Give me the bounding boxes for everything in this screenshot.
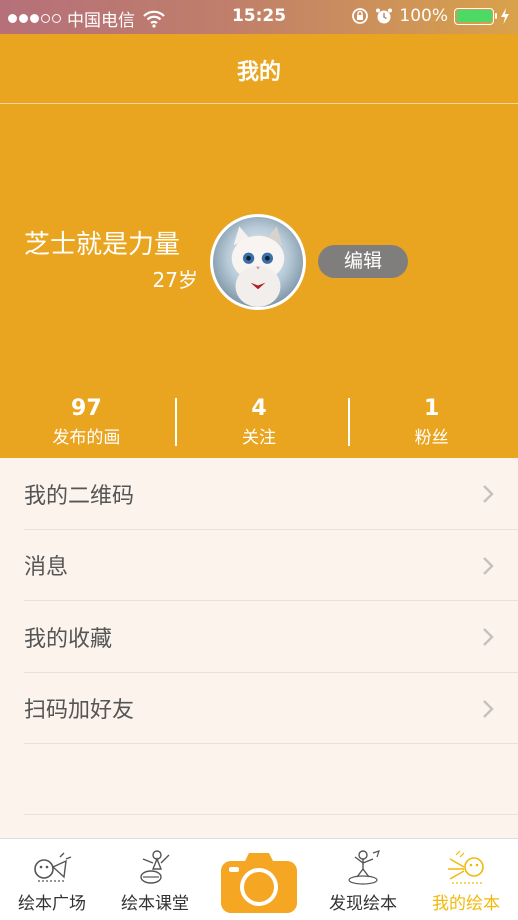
my-books-icon: [448, 850, 484, 884]
stats-divider: [348, 398, 350, 446]
classroom-icon: [140, 850, 170, 884]
tab-discover[interactable]: 发现绘本: [313, 839, 413, 920]
tab-my-books[interactable]: 我的绘本: [416, 839, 516, 920]
nav-header: 我的: [0, 34, 518, 104]
stat-following-value: 4: [251, 396, 267, 421]
menu-item-scan-add-friend[interactable]: 扫码加好友: [0, 673, 518, 745]
chevron-right-icon: [483, 628, 494, 646]
stat-posts[interactable]: 97 发布的画: [0, 394, 173, 458]
chevron-right-icon: [483, 556, 494, 575]
stat-following-label: 关注: [242, 428, 276, 448]
charging-icon: [501, 8, 509, 24]
stat-followers-label: 粉丝: [414, 428, 449, 448]
menu-empty-row: [0, 744, 518, 815]
stat-posts-label: 发布的画: [52, 428, 121, 448]
tab-bar: 绘本广场 绘本课堂 发现绘本 我的绘本: [0, 838, 518, 920]
camera-icon[interactable]: [219, 851, 299, 915]
menu-item-label: 扫码加好友: [24, 698, 135, 724]
menu-item-favorites[interactable]: 我的收藏: [0, 601, 518, 673]
page-title: 我的: [236, 60, 281, 85]
profile-age: 27岁: [152, 268, 198, 292]
tab-plaza[interactable]: 绘本广场: [2, 839, 102, 920]
plaza-icon: [34, 852, 72, 882]
battery-icon: [454, 7, 497, 25]
menu-item-qr-code[interactable]: 我的二维码: [0, 458, 518, 530]
chevron-right-icon: [483, 699, 494, 718]
stat-followers[interactable]: 1 粉丝: [345, 394, 518, 458]
menu-item-label: 消息: [24, 555, 69, 581]
battery-percent: 100%: [399, 6, 448, 26]
orientation-lock-icon: [352, 8, 369, 24]
tab-classroom[interactable]: 绘本课堂: [105, 839, 205, 920]
profile-section: 芝士就是力量 27岁 编辑 97 发布的画 4 关注 1 粉丝: [0, 104, 518, 458]
tab-label: 发现绘本: [329, 894, 397, 914]
stats-row: 97 发布的画 4 关注 1 粉丝: [0, 394, 518, 458]
discover-icon: [348, 850, 380, 885]
tab-label: 绘本课堂: [121, 894, 189, 914]
tab-label: 绘本广场: [18, 894, 86, 914]
tab-label: 我的绘本: [432, 894, 500, 914]
stats-divider: [175, 398, 177, 446]
profile-name: 芝士就是力量: [24, 230, 181, 260]
menu-list: 我的二维码 消息 我的收藏 扫码加好友: [0, 458, 518, 815]
cat-avatar-image: [231, 226, 285, 307]
status-bar: 中国电信 15:25 100%: [0, 0, 518, 34]
avatar[interactable]: [210, 214, 306, 310]
alarm-icon: [376, 8, 393, 24]
menu-item-label: 我的收藏: [24, 626, 113, 652]
menu-item-label: 我的二维码: [24, 483, 135, 509]
chevron-right-icon: [483, 485, 494, 503]
status-right: 100%: [351, 6, 510, 26]
stat-posts-value: 97: [71, 396, 102, 421]
stat-following[interactable]: 4 关注: [173, 394, 346, 458]
edit-profile-button[interactable]: 编辑: [318, 245, 408, 278]
stat-followers-value: 1: [424, 396, 440, 421]
menu-item-messages[interactable]: 消息: [0, 530, 518, 602]
